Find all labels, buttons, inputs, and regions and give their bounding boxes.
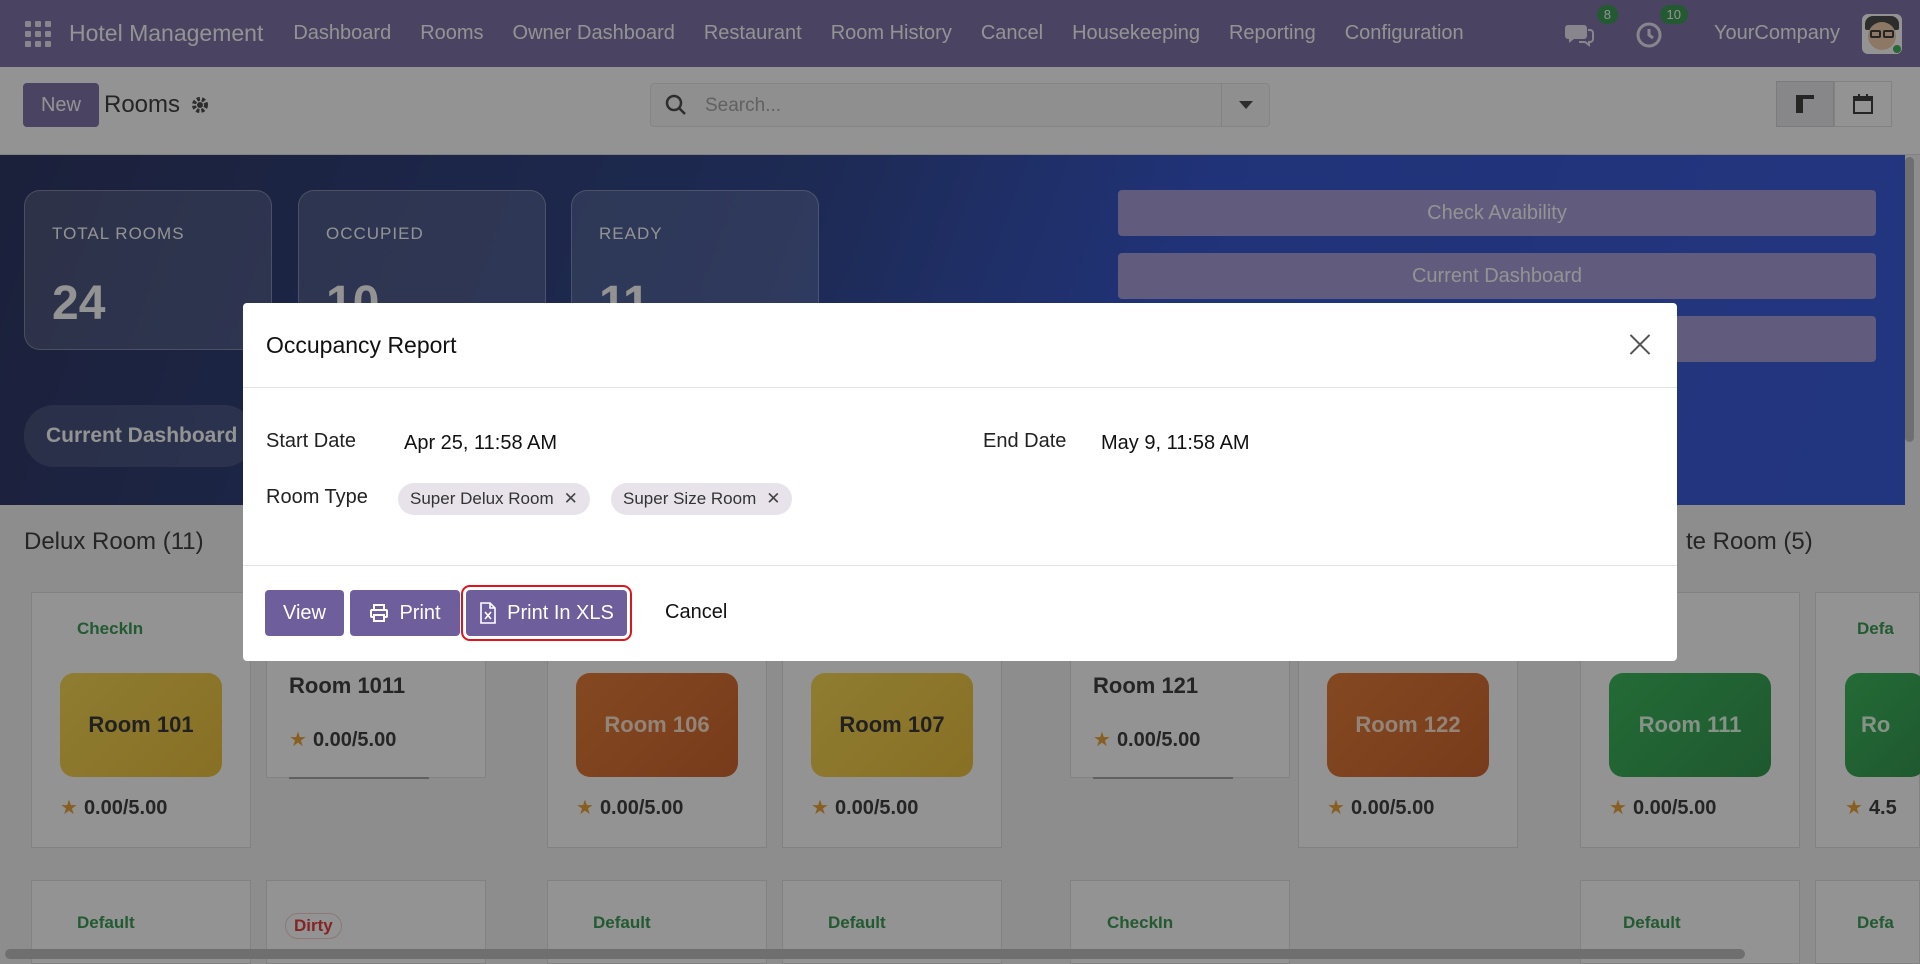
dialog-title: Occupancy Report xyxy=(266,332,457,358)
close-icon[interactable] xyxy=(1625,329,1655,359)
tag-label: Super Delux Room xyxy=(410,489,554,508)
tag-label: Super Size Room xyxy=(623,489,757,508)
room-type-label: Room Type xyxy=(266,486,368,508)
print-button[interactable]: Print xyxy=(350,590,460,636)
start-date-label: Start Date xyxy=(266,430,357,452)
end-date-label: End Date xyxy=(983,430,1067,452)
dialog-header: Occupancy Report xyxy=(243,303,1677,388)
excel-file-icon xyxy=(480,602,496,624)
print-in-xls-button[interactable]: Print In XLS xyxy=(461,585,632,641)
occupancy-report-dialog: Occupancy Report Start Date Apr 25, 11:5… xyxy=(243,303,1677,661)
end-date-field[interactable]: May 9, 11:58 AM xyxy=(1101,432,1250,455)
start-date-field[interactable]: Apr 25, 11:58 AM xyxy=(404,432,557,455)
print-button-label: Print xyxy=(399,601,441,624)
printer-icon xyxy=(370,604,389,622)
view-button-label: View xyxy=(283,601,326,624)
cancel-button[interactable]: Cancel xyxy=(665,601,727,624)
remove-tag-icon[interactable]: ✕ xyxy=(564,489,578,509)
view-button[interactable]: View xyxy=(265,590,344,636)
room-type-tag: Super Delux Room ✕ xyxy=(398,483,590,515)
remove-tag-icon[interactable]: ✕ xyxy=(766,489,780,509)
print-in-xls-label: Print In XLS xyxy=(507,601,614,624)
room-type-tag: Super Size Room ✕ xyxy=(611,483,793,515)
